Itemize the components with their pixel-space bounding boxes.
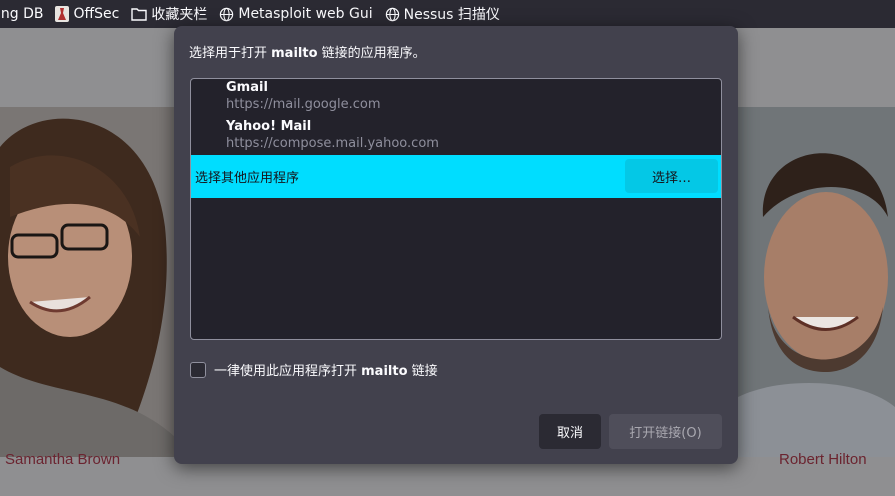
remember-label-scheme: mailto — [361, 364, 408, 379]
bookmark-metasploit[interactable]: Metasploit web Gui — [219, 6, 373, 22]
bookmarks-toolbar: ing DB OffSec 收藏夹栏 Metasploit web Gui Ne… — [0, 0, 895, 28]
bookmark-label: ing DB — [0, 6, 44, 22]
team-member-name: Samantha Brown — [5, 451, 121, 468]
bookmark-label: 收藏夹栏 — [151, 7, 208, 23]
team-member-name: Robert Hilton — [779, 451, 867, 468]
remember-label-prefix: 一律使用此应用程序打开 — [214, 364, 362, 379]
bookmark-offsec[interactable]: OffSec — [55, 6, 119, 22]
remember-label: 一律使用此应用程序打开 mailto 链接 — [214, 360, 438, 379]
cancel-button[interactable]: 取消 — [539, 414, 601, 449]
globe-icon — [385, 7, 400, 22]
app-name: Gmail — [226, 80, 268, 95]
dialog-title-suffix: 链接的应用程序。 — [317, 46, 426, 61]
app-option-yahoo-mail[interactable]: Yahoo! Mail https://compose.mail.yahoo.c… — [226, 119, 439, 153]
remember-checkbox[interactable] — [190, 361, 206, 378]
bookmark-folder-favorites[interactable]: 收藏夹栏 — [131, 4, 207, 24]
team-member-photo — [738, 107, 895, 457]
remember-choice[interactable]: 一律使用此应用程序打开 mailto 链接 — [190, 360, 438, 379]
team-member-photo — [0, 107, 175, 457]
app-option-other[interactable]: 选择其他应用程序 选择… — [191, 155, 721, 198]
dialog-title: 选择用于打开 mailto 链接的应用程序。 — [189, 42, 426, 61]
dialog-title-scheme: mailto — [271, 46, 318, 61]
app-list[interactable]: Gmail https://mail.google.com Yahoo! Mai… — [190, 78, 722, 340]
dialog-title-prefix: 选择用于打开 — [189, 46, 272, 61]
bookmark-label: OffSec — [73, 6, 120, 22]
remember-label-suffix: 链接 — [407, 364, 438, 379]
bookmark-ing-db[interactable]: ing DB — [0, 6, 43, 22]
app-option-gmail[interactable]: Gmail https://mail.google.com — [226, 80, 381, 114]
open-link-button[interactable]: 打开链接(O) — [609, 414, 722, 449]
bookmark-label: Metasploit web Gui — [238, 6, 373, 22]
bookmark-nessus[interactable]: Nessus 扫描仪 — [385, 4, 500, 24]
bookmark-label: Nessus 扫描仪 — [403, 7, 500, 23]
app-name: Yahoo! Mail — [226, 119, 312, 134]
offsec-icon — [55, 6, 70, 22]
globe-icon — [219, 7, 234, 22]
folder-icon — [131, 7, 148, 21]
choose-app-button[interactable]: 选择… — [625, 159, 718, 193]
app-chooser-dialog: 选择用于打开 mailto 链接的应用程序。 Gmail https://mai… — [174, 26, 738, 464]
other-app-label: 选择其他应用程序 — [195, 171, 300, 186]
app-url: https://compose.mail.yahoo.com — [226, 136, 439, 151]
app-url: https://mail.google.com — [226, 97, 381, 112]
